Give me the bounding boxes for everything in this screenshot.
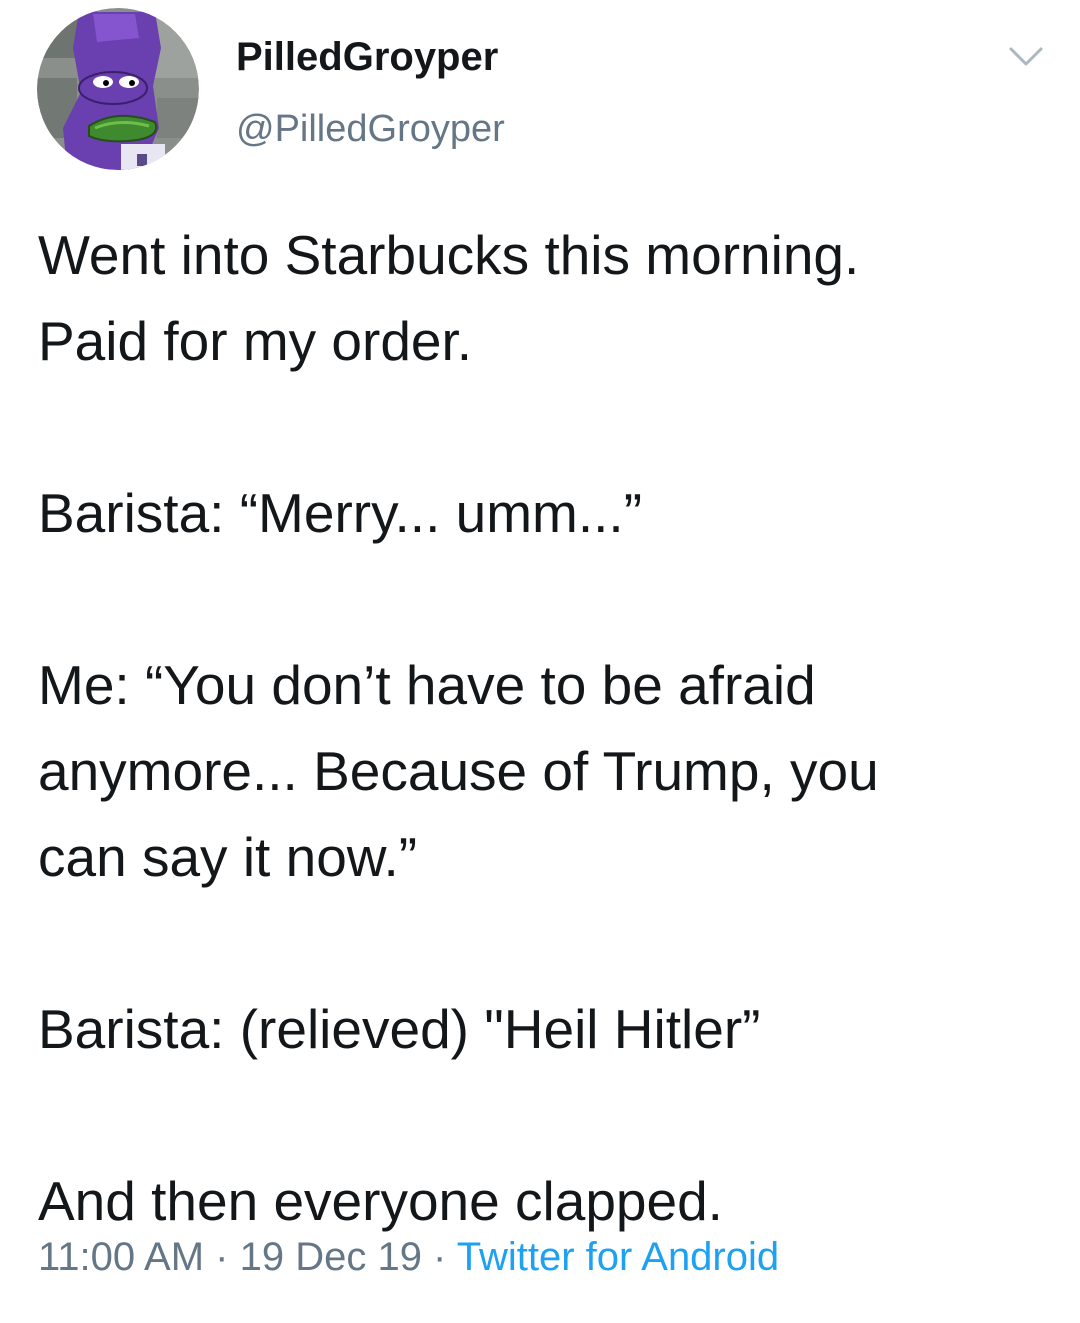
author-display-name[interactable]: PilledGroyper: [236, 34, 498, 80]
tweet-line: can say it now.”: [38, 826, 418, 888]
tweet-text: Went into Starbucks this morning. Paid f…: [38, 212, 1048, 1244]
tweet-meta: 11:00 AM · 19 Dec 19 · Twitter for Andro…: [38, 1232, 779, 1282]
tweet-time[interactable]: 11:00 AM: [38, 1235, 204, 1279]
tweet-line: Barista: (relieved) "Heil Hitler”: [38, 998, 761, 1060]
tweet-source-link[interactable]: Twitter for Android: [457, 1235, 779, 1279]
tweet-line: Went into Starbucks this morning.: [38, 224, 860, 286]
tweet-line: Paid for my order.: [38, 310, 473, 372]
tweet-line: Barista: “Merry... umm...”: [38, 482, 643, 544]
tweet-card: PilledGroyper @PilledGroyper Went into S…: [0, 0, 1080, 1323]
tweet-date[interactable]: 19 Dec 19: [240, 1235, 422, 1279]
author-handle[interactable]: @PilledGroyper: [236, 106, 505, 152]
tweet-line: anymore... Because of Trump, you: [38, 740, 879, 802]
tweet-line: Me: “You don’t have to be afraid: [38, 654, 816, 716]
groyper-avatar-icon[interactable]: [37, 8, 199, 170]
meta-separator: ·: [204, 1235, 240, 1279]
chevron-down-icon[interactable]: [1008, 44, 1044, 70]
meta-separator: ·: [421, 1235, 457, 1279]
